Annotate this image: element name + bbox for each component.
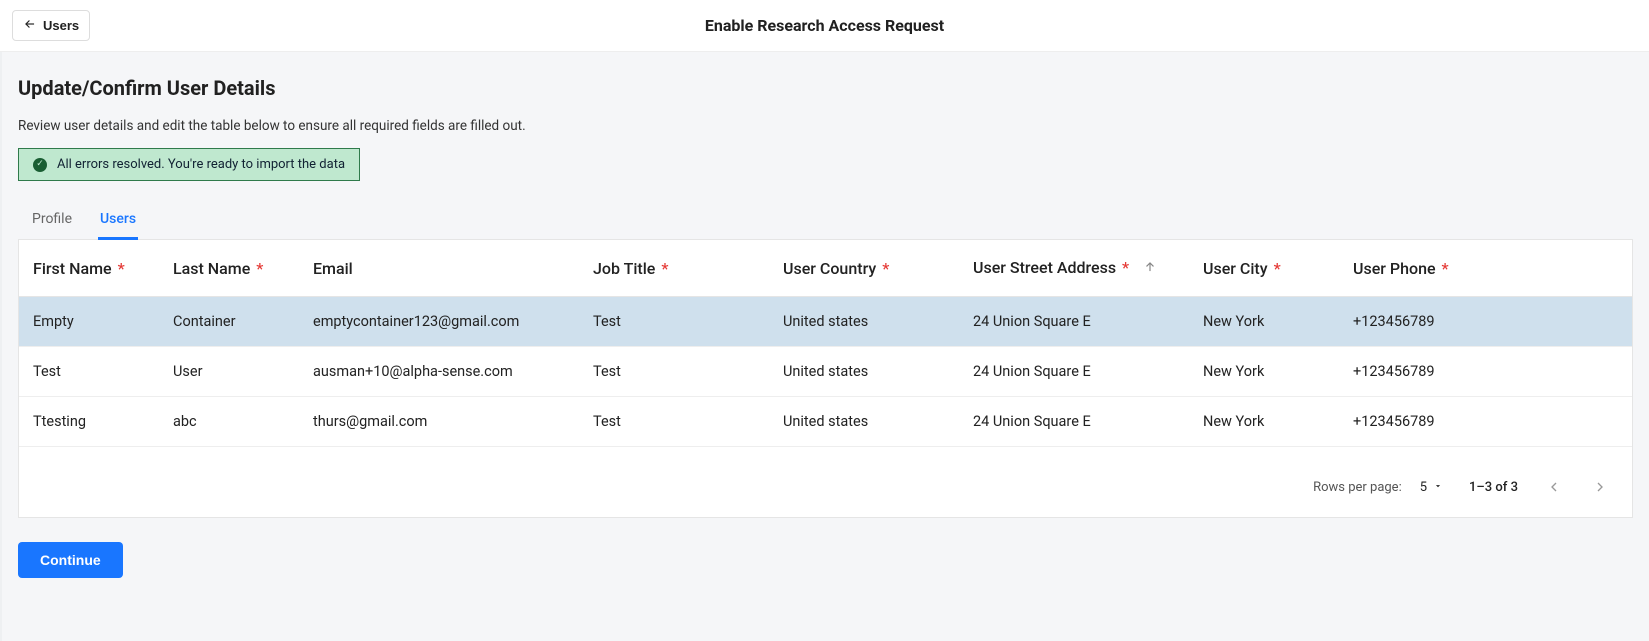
cell-user-street-address[interactable]: 24 Union Square E (959, 347, 1189, 397)
cell-job-title[interactable]: Test (579, 347, 769, 397)
table-row[interactable]: Ttesting abc thurs@gmail.com Test United… (19, 397, 1632, 447)
cell-last-name[interactable]: Container (159, 297, 299, 347)
col-user-street-address-label: User Street Address (973, 258, 1116, 277)
col-user-city-label: User City (1203, 259, 1268, 278)
tab-users[interactable]: Users (98, 201, 138, 240)
required-star: * (1274, 259, 1281, 278)
cell-user-phone[interactable]: +123456789 (1339, 297, 1632, 347)
col-first-name-label: First Name (33, 259, 112, 278)
chevron-down-icon (1433, 480, 1443, 495)
tabs: Profile Users (18, 201, 1633, 240)
check-circle-icon: ✓ (33, 158, 47, 172)
col-user-country-label: User Country (783, 259, 876, 278)
cell-user-street-address[interactable]: 24 Union Square E (959, 297, 1189, 347)
section-heading: Update/Confirm User Details (18, 76, 1633, 100)
rows-per-page-select[interactable]: 5 (1420, 480, 1443, 495)
cell-user-phone[interactable]: +123456789 (1339, 347, 1632, 397)
required-star: * (1122, 258, 1129, 277)
col-job-title-label: Job Title (593, 259, 655, 278)
col-user-country[interactable]: User Country * (769, 240, 959, 297)
continue-button[interactable]: Continue (18, 542, 123, 578)
arrow-up-icon (1143, 259, 1157, 278)
cell-user-city[interactable]: New York (1189, 297, 1339, 347)
cell-last-name[interactable]: abc (159, 397, 299, 447)
cell-first-name[interactable]: Test (19, 347, 159, 397)
cell-user-street-address[interactable]: 24 Union Square E (959, 397, 1189, 447)
page-range-text: 1–3 of 3 (1469, 480, 1518, 495)
page-title: Enable Research Access Request (705, 16, 944, 35)
users-table-card: First Name * Last Name * Email Job Title (18, 240, 1633, 518)
col-job-title[interactable]: Job Title * (579, 240, 769, 297)
rows-per-page-label: Rows per page: (1313, 480, 1402, 495)
section-subtext: Review user details and edit the table b… (18, 118, 1633, 134)
cell-email[interactable]: emptycontainer123@gmail.com (299, 297, 579, 347)
back-button-label: Users (43, 18, 79, 33)
required-star: * (661, 259, 668, 278)
col-email[interactable]: Email (299, 240, 579, 297)
cell-last-name[interactable]: User (159, 347, 299, 397)
col-user-phone[interactable]: User Phone * (1339, 240, 1632, 297)
pagination: Rows per page: 5 1–3 of 3 (19, 447, 1632, 517)
col-email-label: Email (313, 259, 353, 278)
cell-first-name[interactable]: Ttesting (19, 397, 159, 447)
cell-user-city[interactable]: New York (1189, 397, 1339, 447)
col-last-name[interactable]: Last Name * (159, 240, 299, 297)
cell-email[interactable]: thurs@gmail.com (299, 397, 579, 447)
cell-user-country[interactable]: United states (769, 397, 959, 447)
cell-email[interactable]: ausman+10@alpha-sense.com (299, 347, 579, 397)
page-nav: 1–3 of 3 (1469, 477, 1610, 497)
success-alert: ✓ All errors resolved. You're ready to i… (18, 148, 360, 181)
table-row[interactable]: Empty Container emptycontainer123@gmail.… (19, 297, 1632, 347)
required-star: * (1442, 259, 1449, 278)
col-user-city[interactable]: User City * (1189, 240, 1339, 297)
rows-per-page-group: Rows per page: 5 (1313, 480, 1443, 495)
success-alert-text: All errors resolved. You're ready to imp… (57, 157, 345, 172)
cell-job-title[interactable]: Test (579, 297, 769, 347)
cell-user-phone[interactable]: +123456789 (1339, 397, 1632, 447)
col-last-name-label: Last Name (173, 259, 250, 278)
col-user-street-address[interactable]: User Street Address * (959, 240, 1189, 297)
table-header-row: First Name * Last Name * Email Job Title (19, 240, 1632, 297)
cell-user-city[interactable]: New York (1189, 347, 1339, 397)
cell-user-country[interactable]: United states (769, 297, 959, 347)
required-star: * (256, 259, 263, 278)
arrow-left-icon (23, 17, 37, 34)
required-star: * (118, 259, 125, 278)
top-bar: Users Enable Research Access Request (0, 0, 1649, 52)
cell-first-name[interactable]: Empty (19, 297, 159, 347)
col-user-phone-label: User Phone (1353, 259, 1436, 278)
col-first-name[interactable]: First Name * (19, 240, 159, 297)
required-star: * (882, 259, 889, 278)
cell-user-country[interactable]: United states (769, 347, 959, 397)
rows-per-page-value: 5 (1420, 480, 1427, 495)
users-table: First Name * Last Name * Email Job Title (19, 240, 1632, 447)
tab-profile[interactable]: Profile (30, 201, 74, 240)
prev-page-button[interactable] (1544, 477, 1564, 497)
next-page-button[interactable] (1590, 477, 1610, 497)
cell-job-title[interactable]: Test (579, 397, 769, 447)
page-body: Update/Confirm User Details Review user … (0, 52, 1649, 641)
table-row[interactable]: Test User ausman+10@alpha-sense.com Test… (19, 347, 1632, 397)
back-button[interactable]: Users (12, 10, 90, 41)
